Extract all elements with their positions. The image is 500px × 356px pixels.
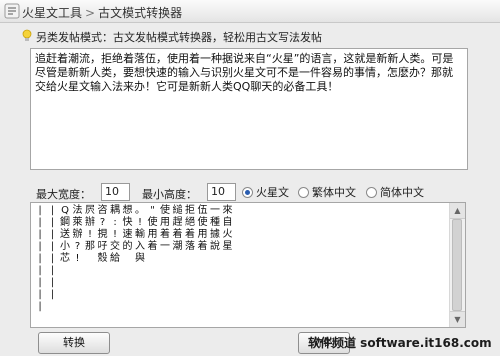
radio-mars[interactable]: 火星文: [242, 184, 289, 200]
output-text-area[interactable]: | | | | | | | | | | | | | | | | | Q 鋼送小芯法萊辦?! 屄辦! 那咨? 挸吇殼耦:! 交…: [30, 202, 466, 328]
output-column: | | | | | | | |: [50, 205, 55, 300]
output-column: 使用着一: [160, 205, 170, 252]
app-title: 火星文工具: [22, 6, 83, 20]
convert-button[interactable]: 转换: [38, 332, 110, 354]
page-title: 古文模式转换器: [98, 6, 183, 20]
min-height-label: 最小高度：: [142, 188, 197, 201]
output-column: 。! 輸入與: [135, 205, 145, 264]
title-separator: >: [85, 6, 96, 20]
radio-mars-circle[interactable]: [242, 187, 253, 198]
output-column: 耦:! 交給: [110, 205, 120, 264]
scroll-up-icon[interactable]: ▲: [450, 203, 465, 219]
output-column: " 使用着: [147, 205, 158, 252]
radio-mars-label: 火星文: [256, 186, 289, 199]
source-text-input[interactable]: 追赶着潮流，拒绝着落伍，使用着一种据说来自“火星”的语言，这就是新新人类。可是尽…: [30, 48, 468, 170]
output-column: 法萊辦?!: [72, 205, 83, 264]
output-scrollbar[interactable]: ▲ ▼: [449, 203, 465, 327]
radio-simplified-label: 简体中文: [380, 186, 424, 199]
radio-traditional-circle[interactable]: [298, 187, 309, 198]
max-width-input[interactable]: 10: [101, 183, 130, 201]
output-column: 一種據說: [210, 205, 220, 252]
window-title: 火星文工具 > 古文模式转换器: [22, 4, 182, 21]
radio-traditional[interactable]: 繁体中文: [298, 184, 356, 200]
watermark: 软件频道 software.it168.com: [308, 336, 492, 350]
app-icon: [4, 3, 20, 19]
lightbulb-icon: [22, 29, 32, 41]
min-height-input[interactable]: 10: [207, 183, 236, 201]
output-column: 縋趕着潮: [172, 205, 183, 252]
radio-simplified[interactable]: 简体中文: [366, 184, 424, 200]
output-column: 咨? 挸吇殼: [97, 205, 108, 264]
options-row: 最大宽度： 10 最小高度： 10 火星文 繁体中文 简体中文: [36, 183, 476, 201]
hint-text: 另类发帖模式：古文发帖模式转换器，轻松用古文写法发帖: [36, 31, 322, 44]
output-column: 來自火星: [222, 205, 233, 252]
title-bar: 火星文工具 > 古文模式转换器: [0, 0, 500, 23]
output-column: | | | | | | | | |: [38, 205, 42, 312]
output-column: 拒絕着落: [185, 205, 195, 252]
radio-simplified-circle[interactable]: [366, 187, 377, 198]
output-column: 屄辦! 那: [85, 205, 95, 252]
scroll-thumb[interactable]: [452, 219, 462, 311]
scroll-down-icon[interactable]: ▼: [450, 311, 465, 327]
output-column: Q鋼送小芯: [60, 205, 70, 264]
output-column: 伍使用着: [197, 205, 208, 252]
output-column: 想快速的: [122, 205, 133, 252]
max-width-label: 最大宽度：: [36, 188, 91, 201]
radio-traditional-label: 繁体中文: [312, 186, 356, 199]
